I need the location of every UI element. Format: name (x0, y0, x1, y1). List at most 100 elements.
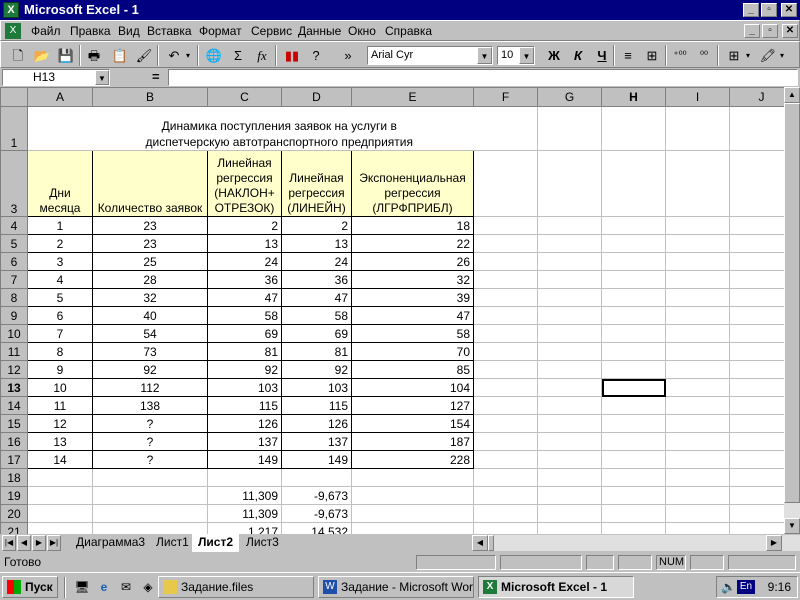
cell[interactable] (601, 216, 666, 235)
column-header-g[interactable]: G (537, 87, 602, 107)
cell[interactable] (601, 504, 666, 523)
cell[interactable] (473, 150, 538, 217)
cell-linear-b[interactable]: 103 (281, 378, 352, 397)
cell-linear-b[interactable]: 47 (281, 288, 352, 307)
row-header[interactable]: 15 (0, 414, 28, 433)
cell-requests[interactable]: 23 (92, 234, 208, 253)
cell[interactable] (351, 522, 474, 534)
borders-icon[interactable]: ⊞ (723, 45, 745, 66)
column-header-d[interactable]: D (281, 87, 352, 107)
menu-file[interactable]: Файл (31, 24, 61, 38)
column-header-h[interactable]: H (601, 87, 666, 107)
cell-linear-a[interactable]: 126 (207, 414, 282, 433)
formula-input[interactable] (168, 69, 798, 86)
column-header-f[interactable]: F (473, 87, 538, 107)
cell[interactable] (473, 486, 538, 505)
cell-linear-b[interactable]: 115 (281, 396, 352, 415)
cell[interactable] (601, 360, 666, 379)
cell-requests[interactable]: 112 (92, 378, 208, 397)
name-box[interactable]: H13 ▼ (2, 69, 110, 86)
cell[interactable] (601, 342, 666, 361)
cell[interactable] (537, 270, 602, 289)
tab-diagram3[interactable]: Диаграмма3 (70, 534, 151, 551)
cell[interactable] (537, 234, 602, 253)
cell-exponential[interactable]: 127 (351, 396, 474, 415)
cell-day[interactable]: 5 (27, 288, 93, 307)
cell[interactable] (665, 396, 730, 415)
cell-coefficient-d[interactable] (281, 468, 352, 487)
cell[interactable] (27, 468, 93, 487)
language-indicator[interactable]: En (737, 580, 755, 594)
cell[interactable] (27, 504, 93, 523)
column-header-e[interactable]: E (351, 87, 474, 107)
cell[interactable] (601, 450, 666, 469)
italic-button[interactable]: К (567, 45, 589, 66)
cell-linear-a[interactable]: 13 (207, 234, 282, 253)
last-sheet-icon[interactable]: ▶| (47, 535, 61, 551)
paste-icon[interactable]: 📋 (109, 45, 131, 66)
cell[interactable] (473, 360, 538, 379)
new-file-icon[interactable]: 🗋 (7, 45, 29, 66)
cell-coefficient-c[interactable]: 1,217 (207, 522, 282, 534)
cell[interactable] (351, 468, 474, 487)
scroll-thumb[interactable] (488, 535, 494, 551)
cell-requests[interactable]: 73 (92, 342, 208, 361)
column-header-a[interactable]: A (27, 87, 93, 107)
cell-linear-a[interactable]: 115 (207, 396, 282, 415)
menu-data[interactable]: Данные (298, 24, 341, 38)
cell[interactable] (537, 360, 602, 379)
cell-linear-b[interactable]: 126 (281, 414, 352, 433)
cell-coefficient-c[interactable] (207, 468, 282, 487)
row-header[interactable]: 20 (0, 504, 28, 523)
cell[interactable] (665, 360, 730, 379)
cell[interactable] (537, 216, 602, 235)
cell[interactable] (601, 396, 666, 415)
cell[interactable] (473, 216, 538, 235)
menu-format[interactable]: Формат (199, 24, 242, 38)
minimize-button[interactable]: _ (743, 3, 759, 17)
font-name-select[interactable]: Arial Cyr ▼ (367, 46, 493, 65)
outlook-express-icon[interactable]: ✉ (118, 579, 134, 595)
cell[interactable] (601, 432, 666, 451)
cell[interactable] (601, 324, 666, 343)
cell-exponential[interactable]: 47 (351, 306, 474, 325)
cell[interactable] (665, 150, 730, 217)
cell-day[interactable]: 13 (27, 432, 93, 451)
scroll-right-icon[interactable]: ▶ (766, 535, 782, 551)
fill-color-icon[interactable]: 🖍 (757, 45, 779, 66)
cell-linear-b[interactable]: 92 (281, 360, 352, 379)
task-folder[interactable]: Задание.files (158, 576, 314, 598)
sheet-title-cell[interactable]: Динамика поступления заявок на услуги в … (27, 106, 474, 151)
cell-coefficient-d[interactable]: -9,673 (281, 486, 352, 505)
document-icon[interactable]: X (5, 23, 21, 39)
cell-exponential[interactable]: 187 (351, 432, 474, 451)
row-header[interactable]: 16 (0, 432, 28, 451)
menu-edit[interactable]: Правка (70, 24, 111, 38)
cell-linear-b[interactable]: 2 (281, 216, 352, 235)
chart-wizard-icon[interactable]: ▮▮ (281, 45, 303, 66)
print-icon[interactable]: 🖶 (83, 45, 105, 66)
cell-linear-a[interactable]: 47 (207, 288, 282, 307)
menu-insert[interactable]: Вставка (147, 24, 192, 38)
cell[interactable] (537, 252, 602, 271)
undo-dropdown-icon[interactable]: ▾ (183, 45, 193, 66)
scroll-up-icon[interactable]: ▲ (784, 87, 800, 103)
cell-coefficient-c[interactable]: 11,309 (207, 504, 282, 523)
cell[interactable] (473, 252, 538, 271)
cell[interactable] (473, 504, 538, 523)
cell-linear-b[interactable]: 137 (281, 432, 352, 451)
cell[interactable] (537, 306, 602, 325)
show-desktop-icon[interactable]: 🖥 (74, 579, 90, 595)
cell[interactable] (665, 522, 730, 534)
cell[interactable] (601, 414, 666, 433)
cell-exponential[interactable]: 22 (351, 234, 474, 253)
row-header[interactable]: 17 (0, 450, 28, 469)
row-header[interactable]: 4 (0, 216, 28, 235)
borders-dropdown-icon[interactable]: ▾ (743, 45, 753, 66)
help-icon[interactable]: ? (305, 45, 327, 66)
column-header-c[interactable]: C (207, 87, 282, 107)
cell[interactable] (27, 486, 93, 505)
cell-coefficient-c[interactable]: 11,309 (207, 486, 282, 505)
cell[interactable] (92, 486, 208, 505)
header-requests[interactable]: Количество заявок (92, 150, 208, 217)
